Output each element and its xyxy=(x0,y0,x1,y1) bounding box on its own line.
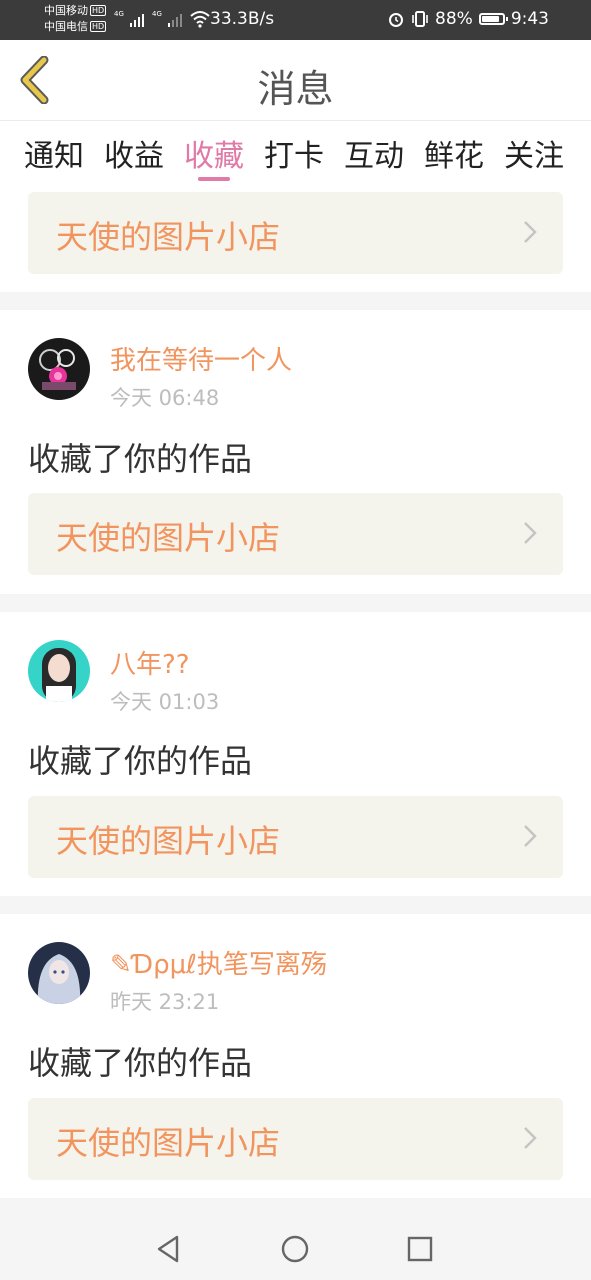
chevron-right-icon xyxy=(524,1127,537,1149)
action-text: 收藏了你的作品 xyxy=(28,440,253,478)
chevron-right-icon xyxy=(524,825,537,847)
username[interactable]: 八年?? xyxy=(110,644,190,681)
timestamp: 昨天 23:21 xyxy=(110,990,220,1014)
avatar[interactable] xyxy=(28,942,90,1004)
status-right: 88% 9:43 xyxy=(387,9,549,29)
work-link-card[interactable]: 天使的图片小店 xyxy=(28,796,563,878)
clock: 9:43 xyxy=(510,9,549,29)
app-header: 消息 xyxy=(0,40,591,121)
battery-icon xyxy=(478,13,508,25)
hd-badge: HD xyxy=(90,5,107,16)
system-nav-bar xyxy=(0,1217,591,1280)
avatar[interactable] xyxy=(28,338,90,400)
triangle-back-icon[interactable] xyxy=(152,1232,186,1266)
tab-follow[interactable]: 关注 xyxy=(499,131,569,175)
network-speed: 33.3B/s xyxy=(210,9,275,29)
chevron-right-icon xyxy=(524,221,537,243)
tab-bar: 通知 收益 收藏 打卡 互动 鲜花 关注 xyxy=(0,121,591,185)
signal-icon: 4G xyxy=(152,10,182,28)
battery-percent: 88% xyxy=(435,9,473,29)
alarm-icon xyxy=(389,13,404,27)
chevron-right-icon xyxy=(524,522,537,544)
work-link-title: 天使的图片小店 xyxy=(56,822,281,860)
timestamp: 今天 01:03 xyxy=(110,690,220,714)
carrier-1: 中国移动 xyxy=(44,4,88,17)
work-link-title: 天使的图片小店 xyxy=(56,519,281,557)
signal-icon: 4G xyxy=(114,10,144,28)
list-item: 八年?? 今天 01:03 收藏了你的作品 天使的图片小店 xyxy=(0,612,591,896)
divider xyxy=(0,1198,591,1217)
list-item: 我在等待一个人 今天 06:48 收藏了你的作品 天使的图片小店 xyxy=(0,310,591,593)
page-title: 消息 xyxy=(257,67,334,111)
work-link-title: 天使的图片小店 xyxy=(56,218,281,256)
carrier-2: 中国电信 xyxy=(44,20,88,33)
active-tab-indicator xyxy=(198,177,230,181)
timestamp: 今天 06:48 xyxy=(110,386,220,410)
work-link-title: 天使的图片小店 xyxy=(56,1124,281,1162)
tab-interaction[interactable]: 互动 xyxy=(339,131,409,175)
action-text: 收藏了你的作品 xyxy=(28,1044,253,1082)
wifi-icon xyxy=(190,11,210,28)
tab-favorites[interactable]: 收藏 xyxy=(179,131,249,175)
divider xyxy=(0,292,591,310)
carrier-info: 中国移动 HD 中国电信 HD xyxy=(44,3,107,35)
work-link-card[interactable]: 天使的图片小店 xyxy=(28,1098,563,1180)
avatar[interactable] xyxy=(28,640,90,702)
username[interactable]: ✎Ɗρμℓ执笔写离殇 xyxy=(110,944,327,981)
hd-badge: HD xyxy=(90,21,107,32)
tab-earnings[interactable]: 收益 xyxy=(99,131,169,175)
vibrate-icon xyxy=(412,11,428,27)
circle-home-icon[interactable] xyxy=(278,1232,312,1266)
list-item: ✎Ɗρμℓ执笔写离殇 昨天 23:21 收藏了你的作品 天使的图片小店 xyxy=(0,914,591,1200)
work-link-card[interactable]: 天使的图片小店 xyxy=(28,493,563,575)
square-recents-icon[interactable] xyxy=(403,1232,437,1266)
divider xyxy=(0,594,591,612)
status-bar: 中国移动 HD 中国电信 HD 4G 4G 33.3B/s 88% 9:43 xyxy=(0,0,591,40)
tab-flowers[interactable]: 鲜花 xyxy=(419,131,489,175)
action-text: 收藏了你的作品 xyxy=(28,742,253,780)
divider xyxy=(0,896,591,914)
work-link-card[interactable]: 天使的图片小店 xyxy=(28,192,563,274)
tab-checkin[interactable]: 打卡 xyxy=(259,131,329,175)
username[interactable]: 我在等待一个人 xyxy=(110,340,292,377)
signal-indicators: 4G 4G xyxy=(114,10,210,28)
tab-notifications[interactable]: 通知 xyxy=(19,131,89,175)
